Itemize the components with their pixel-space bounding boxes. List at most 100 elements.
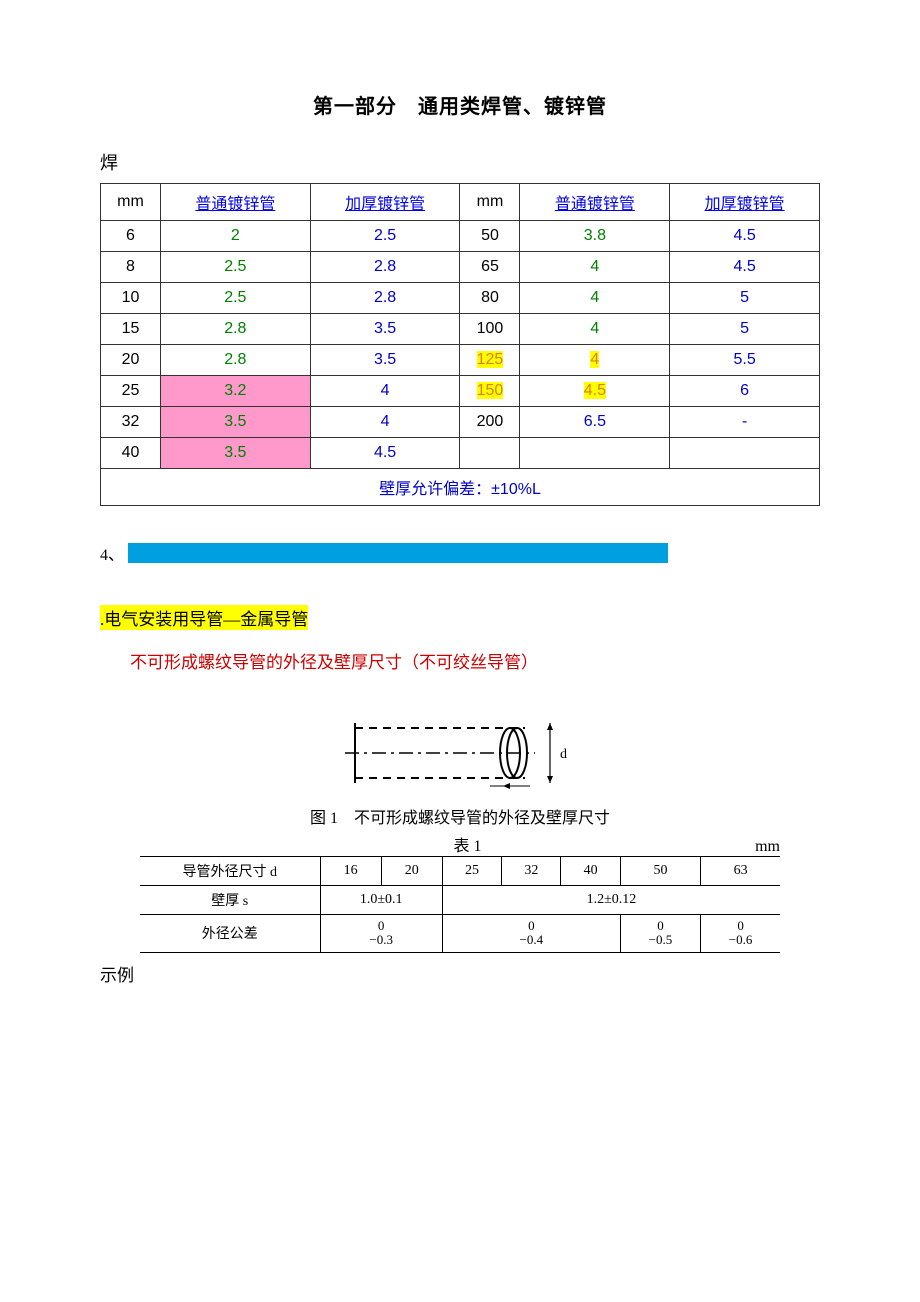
col-mm-1: mm: [101, 184, 161, 221]
redaction-bar: [128, 543, 668, 563]
table-row: 32 3.5 4 200 6.5 -: [101, 407, 820, 438]
table-row: 20 2.8 3.5 125 4 5.5: [101, 345, 820, 376]
cell: 3.5: [310, 314, 460, 345]
tol-bot: −0.4: [449, 933, 614, 947]
cell: 3.5: [160, 438, 310, 469]
cell: 200: [460, 407, 520, 438]
table-row: 40 3.5 4.5: [101, 438, 820, 469]
tol-top: 0: [627, 919, 694, 933]
cell: 20: [101, 345, 161, 376]
table-row: 6 2 2.5 50 3.8 4.5: [101, 221, 820, 252]
col-normal-1: 普通镀锌管: [160, 184, 310, 221]
cell: 6.5: [520, 407, 670, 438]
cell: 6: [670, 376, 820, 407]
cell: 2: [160, 221, 310, 252]
cell: [670, 438, 820, 469]
example-label: 示例: [100, 961, 820, 986]
cell: 1.0±0.1: [320, 886, 442, 915]
cell: 2.5: [310, 221, 460, 252]
cell-hl: 150: [477, 382, 504, 399]
cell: 40: [561, 857, 620, 886]
cell: 50: [620, 857, 700, 886]
tol-bot: −0.6: [707, 933, 774, 947]
col-thick-2: 加厚镀锌管: [670, 184, 820, 221]
cell: 20: [381, 857, 442, 886]
conduit-section-icon: d: [335, 708, 585, 798]
conduit-size-table: 导管外径尺寸 d 16 20 25 32 40 50 63 壁厚 s 1.0±0…: [140, 856, 780, 953]
cell: 1.2±0.12: [442, 886, 780, 915]
cell-hl: 4: [590, 351, 599, 368]
tol-top: 0: [449, 919, 614, 933]
col-normal-2: 普通镀锌管: [520, 184, 670, 221]
cell: 4: [310, 407, 460, 438]
metal-conduit-subtitle: .电气安装用导管—金属导管: [100, 605, 308, 630]
table-row: 8 2.5 2.8 65 4 4.5: [101, 252, 820, 283]
cell: 0 −0.6: [701, 915, 780, 953]
table-header-row: mm 普通镀锌管 加厚镀锌管 mm 普通镀锌管 加厚镀锌管: [101, 184, 820, 221]
row-tol-label: 外径公差: [140, 915, 320, 953]
row-d-label: 导管外径尺寸 d: [140, 857, 320, 886]
tol-bot: −0.3: [327, 933, 436, 947]
table-row: 导管外径尺寸 d 16 20 25 32 40 50 63: [140, 857, 780, 886]
cell: 3.5: [310, 345, 460, 376]
cell: 3.8: [520, 221, 670, 252]
cell: 25: [101, 376, 161, 407]
table-row: 15 2.8 3.5 100 4 5: [101, 314, 820, 345]
table2-caption: 表 1: [180, 832, 755, 856]
table-footer-row: 壁厚允许偏差：±10%L: [101, 469, 820, 506]
cell: 4: [520, 252, 670, 283]
cell: 16: [320, 857, 381, 886]
cell-hl: 4.5: [584, 382, 606, 399]
cell: 5: [670, 283, 820, 314]
svg-text:d: d: [560, 747, 567, 762]
col-thick-1: 加厚镀锌管: [310, 184, 460, 221]
cell: 5: [670, 314, 820, 345]
cell: [460, 438, 520, 469]
table-row: 外径公差 0 −0.3 0 −0.4 0 −0.5: [140, 915, 780, 953]
row-s-label: 壁厚 s: [140, 886, 320, 915]
cell: 8: [101, 252, 161, 283]
cell: 2.8: [310, 283, 460, 314]
cell: 2.8: [160, 314, 310, 345]
figure-1: d 图 1 不可形成螺纹导管的外径及壁厚尺寸 表 1 mm 导管外径尺寸 d 1…: [100, 708, 820, 953]
cell: 15: [101, 314, 161, 345]
table2-caption-row: 表 1 mm: [140, 832, 780, 856]
galvanized-pipe-table: mm 普通镀锌管 加厚镀锌管 mm 普通镀锌管 加厚镀锌管 6 2 2.5 50…: [100, 183, 820, 506]
tol-bot: −0.5: [627, 933, 694, 947]
cell: 4.5: [670, 221, 820, 252]
page-title: 第一部分 通用类焊管、镀锌管: [100, 90, 820, 119]
prefix-char: 焊: [100, 149, 820, 175]
section-4-row: 4、: [100, 541, 820, 565]
cell: 125: [460, 345, 520, 376]
cell: 25: [442, 857, 501, 886]
non-thread-subtitle: 不可形成螺纹导管的外径及壁厚尺寸（不可绞丝导管）: [130, 648, 820, 673]
cell: 0 −0.4: [442, 915, 620, 953]
cell: 3.2: [160, 376, 310, 407]
cell: 32: [101, 407, 161, 438]
cell-hl: 125: [477, 351, 504, 368]
table-row: 壁厚 s 1.0±0.1 1.2±0.12: [140, 886, 780, 915]
cell: 65: [460, 252, 520, 283]
cell: 4.5: [310, 438, 460, 469]
section-4-label: 4、: [100, 541, 124, 565]
tol-top: 0: [707, 919, 774, 933]
figure-caption: 图 1 不可形成螺纹导管的外径及壁厚尺寸: [100, 804, 820, 828]
cell: 2.8: [160, 345, 310, 376]
cell: 4: [520, 283, 670, 314]
cell: 40: [101, 438, 161, 469]
cell: 4.5: [520, 376, 670, 407]
cell: 150: [460, 376, 520, 407]
cell: 4: [520, 345, 670, 376]
cell: 10: [101, 283, 161, 314]
cell: 5.5: [670, 345, 820, 376]
cell: 2.8: [310, 252, 460, 283]
cell: 2.5: [160, 252, 310, 283]
cell: -: [670, 407, 820, 438]
cell: 3.5: [160, 407, 310, 438]
cell: 4: [310, 376, 460, 407]
cell: 4: [520, 314, 670, 345]
cell: 0 −0.5: [620, 915, 700, 953]
tol-top: 0: [327, 919, 436, 933]
cell: [520, 438, 670, 469]
cell: 4.5: [670, 252, 820, 283]
